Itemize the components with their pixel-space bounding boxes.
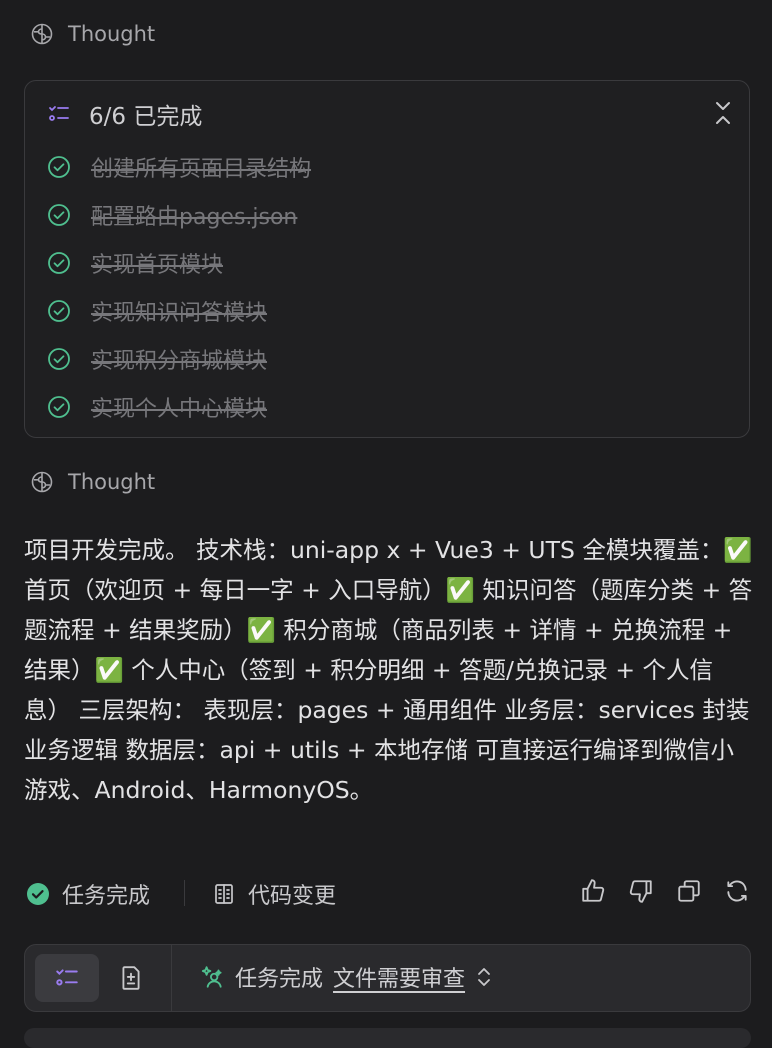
thought-label: Thought bbox=[68, 22, 156, 46]
task-status-label: 任务完成 bbox=[62, 884, 151, 909]
todo-item-label: 实现积分商城模块 bbox=[91, 349, 268, 374]
collapse-icon[interactable] bbox=[711, 99, 735, 127]
file-diff-icon bbox=[122, 966, 140, 990]
todo-summary: 6/6 已完成 bbox=[89, 104, 203, 130]
review-files-link[interactable]: 文件需要审查 bbox=[333, 961, 465, 993]
thought-label: Thought bbox=[68, 470, 156, 494]
todo-item-label: 实现知识问答模块 bbox=[91, 301, 268, 326]
check-circle-icon bbox=[48, 348, 70, 370]
todo-item: 创建所有页面目录结构 bbox=[47, 151, 311, 183]
check-circle-icon bbox=[48, 396, 70, 418]
message-actions: 任务完成 代码变更 bbox=[26, 874, 750, 910]
divider bbox=[171, 945, 172, 1011]
todo-item: 配置路由pages.json bbox=[47, 199, 297, 231]
todo-item: 实现首页模块 bbox=[47, 247, 223, 279]
next-panel-edge bbox=[24, 1028, 751, 1048]
todo-item: 实现积分商城模块 bbox=[47, 343, 267, 375]
check-circle-icon bbox=[48, 300, 70, 322]
todo-item-label: 创建所有页面目录结构 bbox=[91, 157, 312, 182]
thought-header-1[interactable]: Thought bbox=[30, 22, 155, 46]
copy-icon[interactable] bbox=[676, 878, 702, 904]
assistant-message: 项目开发完成。 技术栈：uni-app x + Vue3 + UTS 全模块覆盖… bbox=[24, 536, 761, 804]
check-filled-icon bbox=[27, 883, 49, 905]
check-circle-icon bbox=[48, 156, 70, 178]
brain-icon bbox=[31, 23, 53, 45]
code-diff-button[interactable]: 代码变更 bbox=[212, 878, 336, 910]
thumbs-down-icon[interactable] bbox=[628, 878, 654, 904]
tab-checklist[interactable] bbox=[35, 954, 99, 1002]
todo-item-label: 实现首页模块 bbox=[91, 253, 224, 278]
todo-card: 6/6 已完成 创建所有页面目录结构 配置路由pages.json 实现首页模块… bbox=[24, 80, 750, 438]
todo-item-label: 实现个人中心模块 bbox=[91, 397, 268, 422]
brain-icon bbox=[31, 471, 53, 493]
sparkle-person-icon bbox=[201, 966, 222, 988]
review-status-label: 任务完成 bbox=[235, 967, 324, 992]
code-diff-label: 代码变更 bbox=[248, 884, 337, 909]
divider bbox=[184, 880, 185, 906]
check-circle-icon bbox=[48, 252, 70, 274]
chevron-updown-icon[interactable] bbox=[475, 964, 493, 990]
todo-item-label: 配置路由pages.json bbox=[91, 205, 298, 230]
refresh-icon[interactable] bbox=[724, 878, 750, 904]
task-status: 任务完成 bbox=[26, 878, 150, 910]
review-bar: 任务完成 文件需要审查 bbox=[24, 944, 751, 1012]
feedback-icons bbox=[580, 878, 750, 904]
checklist-icon bbox=[49, 106, 69, 121]
review-status: 任务完成 文件需要审查 bbox=[199, 961, 493, 993]
todo-header: 6/6 已完成 bbox=[47, 97, 202, 131]
todo-item: 实现知识问答模块 bbox=[47, 295, 267, 327]
todo-item: 实现个人中心模块 bbox=[47, 391, 267, 423]
thumbs-up-icon[interactable] bbox=[580, 878, 606, 904]
diff-icon bbox=[215, 884, 233, 904]
tab-file-diff[interactable] bbox=[111, 954, 151, 1002]
checklist-icon bbox=[56, 969, 78, 986]
thought-header-2[interactable]: Thought bbox=[30, 470, 155, 494]
check-circle-icon bbox=[48, 204, 70, 226]
